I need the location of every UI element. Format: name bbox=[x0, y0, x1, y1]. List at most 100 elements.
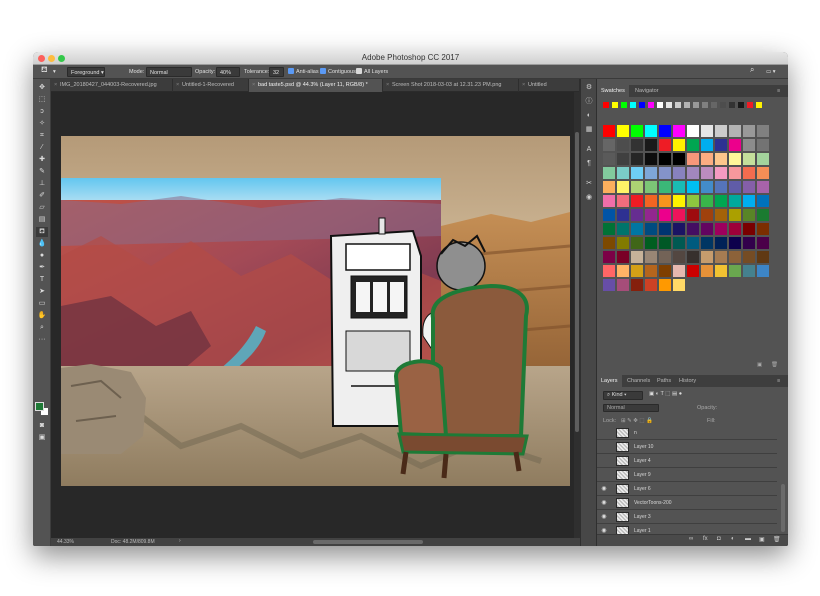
swatch[interactable] bbox=[701, 195, 713, 207]
swatch[interactable] bbox=[645, 167, 657, 179]
swatch[interactable] bbox=[617, 125, 629, 137]
swatch[interactable] bbox=[645, 279, 657, 291]
recent-swatch[interactable] bbox=[729, 102, 735, 108]
swatch[interactable] bbox=[659, 139, 671, 151]
history-brush-tool-icon[interactable]: ✐ bbox=[36, 191, 48, 201]
swatch[interactable] bbox=[743, 237, 755, 249]
search-icon[interactable]: ⌕ bbox=[750, 65, 754, 75]
delete-swatch-icon[interactable]: 🗑 bbox=[771, 362, 778, 368]
swatch[interactable] bbox=[603, 153, 615, 165]
recent-swatch[interactable] bbox=[684, 102, 690, 108]
recent-swatch[interactable] bbox=[693, 102, 699, 108]
swatch[interactable] bbox=[743, 209, 755, 221]
tolerance-field[interactable]: 32 bbox=[269, 67, 284, 77]
tab-img-recovered[interactable]: × IMG_20180427_044003-Recovered.jpg bbox=[51, 79, 173, 92]
swatch[interactable] bbox=[603, 265, 615, 277]
recent-swatch[interactable] bbox=[702, 102, 708, 108]
swatch[interactable] bbox=[701, 139, 713, 151]
swatch[interactable] bbox=[617, 181, 629, 193]
swatch[interactable] bbox=[743, 195, 755, 207]
swatch[interactable] bbox=[729, 125, 741, 137]
close-tab-icon[interactable]: × bbox=[252, 79, 255, 92]
swatch[interactable] bbox=[687, 181, 699, 193]
tab-swatches[interactable]: Swatches bbox=[597, 85, 629, 97]
swatch[interactable] bbox=[631, 153, 643, 165]
close-tab-icon[interactable]: × bbox=[522, 79, 525, 92]
swatch[interactable] bbox=[715, 251, 727, 263]
swatch[interactable] bbox=[715, 125, 727, 137]
swatch[interactable] bbox=[659, 125, 671, 137]
paint-bucket-icon[interactable]: ⛾ bbox=[41, 65, 48, 75]
swatch[interactable] bbox=[687, 139, 699, 151]
recent-swatch[interactable] bbox=[639, 102, 645, 108]
swatch[interactable] bbox=[631, 139, 643, 151]
swatch[interactable] bbox=[687, 223, 699, 235]
swatch[interactable] bbox=[701, 153, 713, 165]
mode-select[interactable]: Normal bbox=[146, 67, 192, 77]
swatch[interactable] bbox=[757, 209, 769, 221]
swatch[interactable] bbox=[631, 209, 643, 221]
swatch[interactable] bbox=[715, 181, 727, 193]
visibility-eye-icon[interactable] bbox=[600, 443, 608, 451]
layer-row[interactable]: ◉ VectorToons-200 bbox=[597, 496, 777, 510]
status-menu-chevron-icon[interactable]: › bbox=[179, 538, 181, 544]
swatch[interactable] bbox=[617, 237, 629, 249]
swatch[interactable] bbox=[617, 251, 629, 263]
swatch[interactable] bbox=[743, 125, 755, 137]
gradient-tool-icon[interactable]: ▤ bbox=[36, 215, 48, 225]
visibility-eye-icon[interactable]: ◉ bbox=[600, 527, 608, 534]
recent-swatch[interactable] bbox=[666, 102, 672, 108]
crop-tool-icon[interactable]: ⌗ bbox=[36, 131, 48, 141]
swatch[interactable] bbox=[645, 223, 657, 235]
swatch[interactable] bbox=[687, 125, 699, 137]
swatch[interactable] bbox=[687, 167, 699, 179]
swatch[interactable] bbox=[673, 167, 685, 179]
visibility-eye-icon[interactable]: ◉ bbox=[600, 499, 608, 507]
move-tool-icon[interactable]: ✥ bbox=[36, 83, 48, 93]
swatch[interactable] bbox=[631, 181, 643, 193]
swatch[interactable] bbox=[603, 125, 615, 137]
swatch[interactable] bbox=[673, 153, 685, 165]
layer-style-icon[interactable]: fx bbox=[703, 536, 708, 542]
swatch[interactable] bbox=[743, 251, 755, 263]
tool-presets-panel-icon[interactable]: ✂ bbox=[584, 179, 594, 188]
recent-swatch[interactable] bbox=[675, 102, 681, 108]
swatch[interactable] bbox=[659, 251, 671, 263]
more-tools-icon[interactable]: ··· bbox=[36, 335, 48, 345]
paragraph-panel-icon[interactable]: ¶ bbox=[584, 159, 594, 168]
swatch[interactable] bbox=[743, 181, 755, 193]
blur-tool-icon[interactable]: 💧 bbox=[36, 239, 48, 249]
swatch[interactable] bbox=[603, 195, 615, 207]
swatch[interactable] bbox=[603, 139, 615, 151]
path-selection-tool-icon[interactable]: ➤ bbox=[36, 287, 48, 297]
swatch[interactable] bbox=[701, 209, 713, 221]
close-tab-icon[interactable]: × bbox=[386, 79, 389, 92]
tab-untitled-1-recovered[interactable]: × Untitled-1-Recovered bbox=[173, 79, 249, 92]
swatch[interactable] bbox=[757, 139, 769, 151]
swatch[interactable] bbox=[603, 237, 615, 249]
marquee-tool-icon[interactable]: ⬚ bbox=[36, 95, 48, 105]
swatch[interactable] bbox=[617, 209, 629, 221]
swatch[interactable] bbox=[701, 181, 713, 193]
layers-scrollbar-thumb[interactable] bbox=[781, 484, 785, 532]
swatch[interactable] bbox=[659, 195, 671, 207]
swatch[interactable] bbox=[701, 167, 713, 179]
tab-history[interactable]: History bbox=[675, 375, 700, 387]
swatch[interactable] bbox=[757, 195, 769, 207]
swatch[interactable] bbox=[645, 181, 657, 193]
swatch[interactable] bbox=[715, 153, 727, 165]
swatch[interactable] bbox=[673, 195, 685, 207]
document-canvas-area[interactable] bbox=[51, 92, 580, 538]
swatch[interactable] bbox=[729, 181, 741, 193]
recent-swatch[interactable] bbox=[657, 102, 663, 108]
visibility-eye-icon[interactable]: ◉ bbox=[600, 513, 608, 521]
swatch[interactable] bbox=[631, 237, 643, 249]
recent-swatch[interactable] bbox=[720, 102, 726, 108]
swatch[interactable] bbox=[617, 167, 629, 179]
swatch[interactable] bbox=[617, 265, 629, 277]
eyedropper-tool-icon[interactable]: ⁄ bbox=[36, 143, 48, 153]
layers-panel-menu-icon[interactable]: ≡ bbox=[773, 375, 784, 387]
swatch[interactable] bbox=[659, 223, 671, 235]
quick-mask-icon[interactable]: ◙ bbox=[36, 421, 48, 431]
swatch[interactable] bbox=[673, 251, 685, 263]
